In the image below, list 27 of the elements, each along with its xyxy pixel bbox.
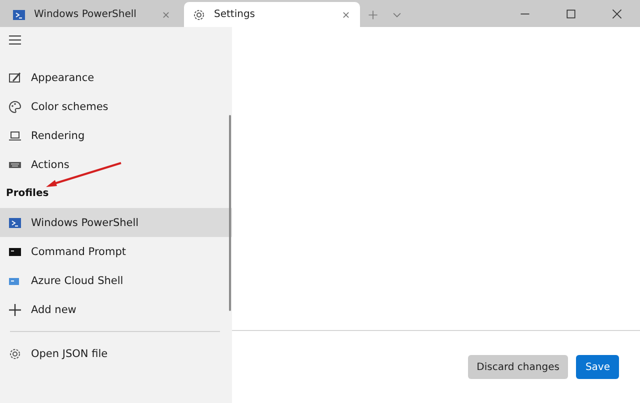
scrollbar[interactable] bbox=[229, 115, 231, 311]
discard-button[interactable]: Discard changes bbox=[468, 355, 568, 379]
laptop-icon bbox=[8, 128, 22, 142]
tab[interactable]: Settings bbox=[184, 2, 360, 27]
sidebar-item[interactable]: Rendering bbox=[0, 121, 232, 150]
sidebar-item[interactable]: Appearance bbox=[0, 63, 232, 92]
sidebar-item[interactable]: Actions bbox=[0, 150, 232, 179]
maximize-icon bbox=[565, 8, 577, 20]
sidebar-item[interactable]: Color schemes bbox=[0, 92, 232, 121]
plus-icon bbox=[8, 302, 22, 316]
menu-icon bbox=[8, 33, 22, 47]
sidebar-item[interactable]: Windows PowerShell bbox=[0, 208, 232, 237]
sidebar-item[interactable]: Command Prompt bbox=[0, 237, 232, 266]
paintbrush-icon bbox=[8, 70, 22, 84]
palette-icon bbox=[8, 100, 22, 114]
section-header: Profiles bbox=[5, 187, 50, 201]
sidebar-item[interactable]: Add new bbox=[0, 295, 232, 324]
terminal-icon bbox=[8, 216, 22, 230]
sidebar-item[interactable]: Azure Cloud Shell bbox=[0, 266, 232, 295]
sidebar-item[interactable]: Open JSON file bbox=[0, 339, 232, 368]
close-icon bbox=[611, 8, 623, 20]
settings-icon bbox=[8, 346, 22, 360]
settings-icon bbox=[192, 8, 206, 22]
new-tab-icon bbox=[367, 8, 379, 20]
save-button[interactable]: Save bbox=[576, 355, 619, 379]
terminal-icon bbox=[12, 8, 26, 22]
tab[interactable]: Windows PowerShell bbox=[4, 2, 180, 27]
